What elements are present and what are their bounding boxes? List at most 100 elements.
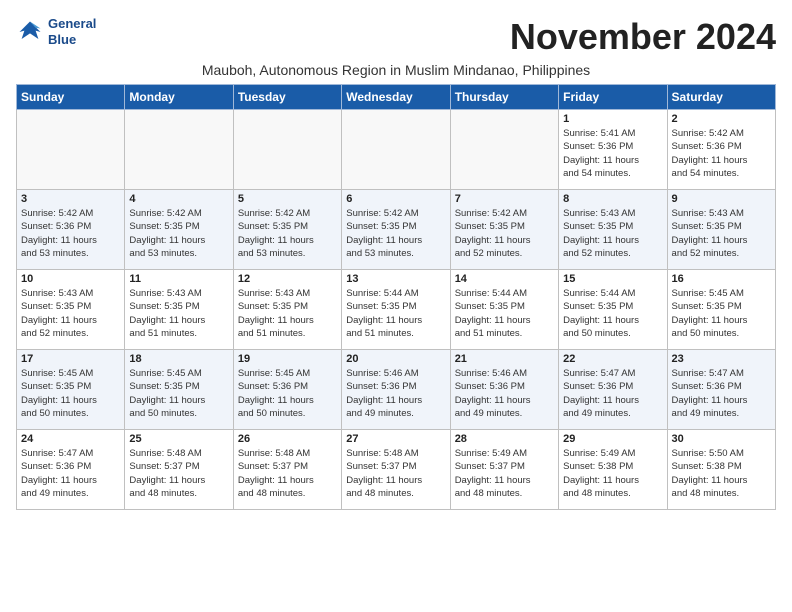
calendar-day-cell: 27 Sunrise: 5:48 AM Sunset: 5:37 PM Dayli…: [342, 430, 450, 510]
day-number: 7: [455, 193, 554, 205]
day-number: 19: [238, 353, 337, 365]
day-number: 27: [346, 433, 445, 445]
day-detail: Sunrise: 5:47 AM Sunset: 5:36 PM Dayligh…: [563, 367, 662, 420]
calendar-day-cell: 28 Sunrise: 5:49 AM Sunset: 5:37 PM Dayli…: [450, 430, 558, 510]
calendar-day-cell: 13 Sunrise: 5:44 AM Sunset: 5:35 PM Dayli…: [342, 270, 450, 350]
day-number: 16: [672, 273, 771, 285]
day-number: 22: [563, 353, 662, 365]
calendar-day-cell: 23 Sunrise: 5:47 AM Sunset: 5:36 PM Dayli…: [667, 350, 775, 430]
day-number: 11: [129, 273, 228, 285]
logo: General Blue: [16, 16, 96, 47]
calendar-day-cell: 16 Sunrise: 5:45 AM Sunset: 5:35 PM Dayli…: [667, 270, 775, 350]
day-detail: Sunrise: 5:42 AM Sunset: 5:35 PM Dayligh…: [346, 207, 445, 260]
weekday-header: Friday: [559, 85, 667, 110]
day-number: 13: [346, 273, 445, 285]
calendar-day-cell: 17 Sunrise: 5:45 AM Sunset: 5:35 PM Dayli…: [17, 350, 125, 430]
day-detail: Sunrise: 5:44 AM Sunset: 5:35 PM Dayligh…: [455, 287, 554, 340]
day-detail: Sunrise: 5:43 AM Sunset: 5:35 PM Dayligh…: [238, 287, 337, 340]
day-detail: Sunrise: 5:47 AM Sunset: 5:36 PM Dayligh…: [672, 367, 771, 420]
logo-line2: Blue: [48, 32, 96, 48]
calendar-day-cell: 5Sunrise: 5:42 AM Sunset: 5:35 PM Daylig…: [233, 190, 341, 270]
day-detail: Sunrise: 5:45 AM Sunset: 5:35 PM Dayligh…: [21, 367, 120, 420]
day-detail: Sunrise: 5:49 AM Sunset: 5:37 PM Dayligh…: [455, 447, 554, 500]
calendar-day-cell: [125, 110, 233, 190]
day-detail: Sunrise: 5:48 AM Sunset: 5:37 PM Dayligh…: [129, 447, 228, 500]
calendar-day-cell: 20 Sunrise: 5:46 AM Sunset: 5:36 PM Dayli…: [342, 350, 450, 430]
day-detail: Sunrise: 5:42 AM Sunset: 5:35 PM Dayligh…: [455, 207, 554, 260]
day-number: 29: [563, 433, 662, 445]
day-detail: Sunrise: 5:45 AM Sunset: 5:35 PM Dayligh…: [129, 367, 228, 420]
day-number: 21: [455, 353, 554, 365]
calendar-day-cell: 25 Sunrise: 5:48 AM Sunset: 5:37 PM Dayli…: [125, 430, 233, 510]
day-number: 23: [672, 353, 771, 365]
day-number: 25: [129, 433, 228, 445]
calendar-day-cell: 6 Sunrise: 5:42 AM Sunset: 5:35 PM Daylig…: [342, 190, 450, 270]
calendar-day-cell: 12Sunrise: 5:43 AM Sunset: 5:35 PM Dayli…: [233, 270, 341, 350]
day-number: 6: [346, 193, 445, 205]
day-number: 30: [672, 433, 771, 445]
day-number: 5: [238, 193, 337, 205]
day-number: 2: [672, 113, 771, 125]
calendar-day-cell: 8Sunrise: 5:43 AM Sunset: 5:35 PM Daylig…: [559, 190, 667, 270]
weekday-header: Thursday: [450, 85, 558, 110]
calendar-day-cell: [450, 110, 558, 190]
calendar-day-cell: 24Sunrise: 5:47 AM Sunset: 5:36 PM Dayli…: [17, 430, 125, 510]
day-detail: Sunrise: 5:44 AM Sunset: 5:35 PM Dayligh…: [563, 287, 662, 340]
page-header: General Blue November 2024: [16, 16, 776, 58]
day-number: 26: [238, 433, 337, 445]
calendar-day-cell: 29 Sunrise: 5:49 AM Sunset: 5:38 PM Dayli…: [559, 430, 667, 510]
calendar-day-cell: [233, 110, 341, 190]
day-detail: Sunrise: 5:45 AM Sunset: 5:36 PM Dayligh…: [238, 367, 337, 420]
calendar-day-cell: 21 Sunrise: 5:46 AM Sunset: 5:36 PM Dayli…: [450, 350, 558, 430]
weekday-header: Monday: [125, 85, 233, 110]
calendar-day-cell: 18Sunrise: 5:45 AM Sunset: 5:35 PM Dayli…: [125, 350, 233, 430]
day-detail: Sunrise: 5:48 AM Sunset: 5:37 PM Dayligh…: [346, 447, 445, 500]
calendar-day-cell: 2 Sunrise: 5:42 AM Sunset: 5:36 PM Daylig…: [667, 110, 775, 190]
day-detail: Sunrise: 5:42 AM Sunset: 5:35 PM Dayligh…: [129, 207, 228, 260]
calendar-day-cell: 15 Sunrise: 5:44 AM Sunset: 5:35 PM Dayli…: [559, 270, 667, 350]
day-number: 17: [21, 353, 120, 365]
day-detail: Sunrise: 5:41 AM Sunset: 5:36 PM Dayligh…: [563, 127, 662, 180]
day-detail: Sunrise: 5:45 AM Sunset: 5:35 PM Dayligh…: [672, 287, 771, 340]
day-detail: Sunrise: 5:47 AM Sunset: 5:36 PM Dayligh…: [21, 447, 120, 500]
day-number: 28: [455, 433, 554, 445]
day-detail: Sunrise: 5:44 AM Sunset: 5:35 PM Dayligh…: [346, 287, 445, 340]
day-number: 3: [21, 193, 120, 205]
day-number: 20: [346, 353, 445, 365]
page-subtitle: Mauboh, Autonomous Region in Muslim Mind…: [16, 62, 776, 78]
month-title: November 2024: [510, 16, 776, 58]
calendar-week-row: 3 Sunrise: 5:42 AM Sunset: 5:36 PM Daylig…: [17, 190, 776, 270]
weekday-header: Tuesday: [233, 85, 341, 110]
day-detail: Sunrise: 5:46 AM Sunset: 5:36 PM Dayligh…: [346, 367, 445, 420]
day-detail: Sunrise: 5:43 AM Sunset: 5:35 PM Dayligh…: [129, 287, 228, 340]
day-detail: Sunrise: 5:49 AM Sunset: 5:38 PM Dayligh…: [563, 447, 662, 500]
day-number: 10: [21, 273, 120, 285]
calendar-day-cell: 4Sunrise: 5:42 AM Sunset: 5:35 PM Daylig…: [125, 190, 233, 270]
calendar-day-cell: 10Sunrise: 5:43 AM Sunset: 5:35 PM Dayli…: [17, 270, 125, 350]
calendar-day-cell: 22 Sunrise: 5:47 AM Sunset: 5:36 PM Dayli…: [559, 350, 667, 430]
calendar-day-cell: 30 Sunrise: 5:50 AM Sunset: 5:38 PM Dayli…: [667, 430, 775, 510]
calendar-day-cell: 3 Sunrise: 5:42 AM Sunset: 5:36 PM Daylig…: [17, 190, 125, 270]
day-detail: Sunrise: 5:43 AM Sunset: 5:35 PM Dayligh…: [672, 207, 771, 260]
calendar-day-cell: [342, 110, 450, 190]
calendar-week-row: 24Sunrise: 5:47 AM Sunset: 5:36 PM Dayli…: [17, 430, 776, 510]
day-detail: Sunrise: 5:46 AM Sunset: 5:36 PM Dayligh…: [455, 367, 554, 420]
calendar-day-cell: 7 Sunrise: 5:42 AM Sunset: 5:35 PM Daylig…: [450, 190, 558, 270]
calendar-week-row: 10 Sunrise: 5:43 AM Sunset: 5:35 PM Dayli…: [17, 270, 776, 350]
logo-text: General Blue: [48, 16, 96, 47]
calendar-day-cell: 19 Sunrise: 5:45 AM Sunset: 5:36 PM Dayli…: [233, 350, 341, 430]
day-detail: Sunrise: 5:42 AM Sunset: 5:36 PM Dayligh…: [21, 207, 120, 260]
weekday-header: Sunday: [17, 85, 125, 110]
calendar-week-row: 17 Sunrise: 5:45 AM Sunset: 5:35 PM Dayli…: [17, 350, 776, 430]
weekday-header: Saturday: [667, 85, 775, 110]
weekday-header: Wednesday: [342, 85, 450, 110]
logo-icon: [16, 18, 44, 46]
calendar-table: SundayMondayTuesdayWednesdayThursdayFrid…: [16, 84, 776, 510]
day-number: 15: [563, 273, 662, 285]
day-detail: Sunrise: 5:48 AM Sunset: 5:37 PM Dayligh…: [238, 447, 337, 500]
day-number: 1: [563, 113, 662, 125]
day-detail: Sunrise: 5:50 AM Sunset: 5:38 PM Dayligh…: [672, 447, 771, 500]
day-detail: Sunrise: 5:42 AM Sunset: 5:36 PM Dayligh…: [672, 127, 771, 180]
calendar-day-cell: 14 Sunrise: 5:44 AM Sunset: 5:35 PM Dayli…: [450, 270, 558, 350]
day-number: 14: [455, 273, 554, 285]
